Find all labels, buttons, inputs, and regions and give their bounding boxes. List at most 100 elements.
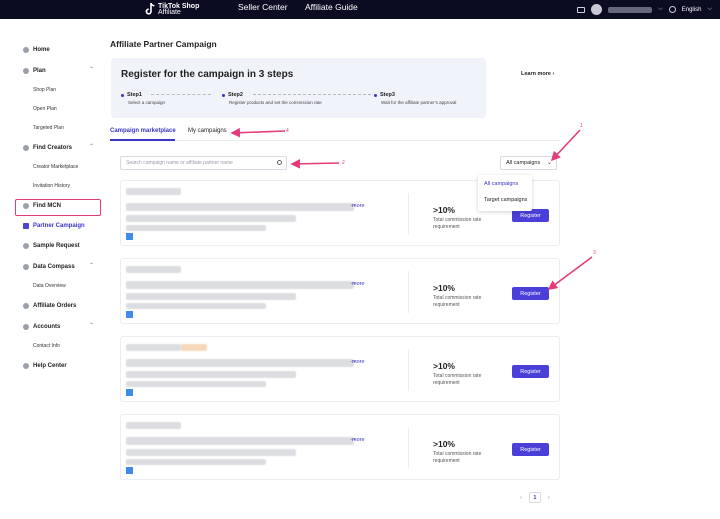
campaign-shield-icon bbox=[23, 223, 29, 229]
campaign-card[interactable]: … more >10% Total commission rate requir… bbox=[120, 414, 560, 480]
home-icon bbox=[23, 47, 29, 53]
chevron-left-icon[interactable]: ‹ bbox=[520, 495, 522, 501]
more-link[interactable]: more bbox=[352, 359, 365, 365]
sidebar-item-label: Find Creators bbox=[33, 145, 73, 151]
annotation-number-2: 2 bbox=[342, 160, 345, 166]
top-right-controls: ⌵ English ⌵ bbox=[577, 0, 712, 19]
sidebar-item-data-compass[interactable]: Data Compass bbox=[23, 262, 75, 272]
page-number[interactable]: 1 bbox=[528, 492, 541, 503]
chevron-up-icon[interactable]: ⌃ bbox=[89, 322, 94, 329]
blurred-content bbox=[181, 344, 207, 351]
commission-rate: >10% bbox=[433, 283, 455, 293]
help-icon bbox=[23, 363, 29, 369]
tab-my-campaigns[interactable]: My campaigns bbox=[188, 128, 227, 134]
step-title: Step3 bbox=[380, 92, 395, 98]
commission-rate: >10% bbox=[433, 439, 455, 449]
blurred-content bbox=[126, 359, 354, 367]
commission-rate-desc: Total commission rate requirement bbox=[433, 373, 482, 386]
step-title: Step1 bbox=[127, 92, 142, 98]
message-icon[interactable] bbox=[577, 6, 586, 13]
tab-campaign-marketplace[interactable]: Campaign marketplace bbox=[110, 128, 176, 134]
avatar[interactable] bbox=[591, 4, 603, 15]
sidebar-item-label: Plan bbox=[33, 68, 46, 74]
blurred-content bbox=[126, 225, 266, 231]
blurred-content bbox=[126, 459, 266, 465]
chevron-down-icon[interactable]: ⌵ bbox=[707, 6, 712, 13]
register-button[interactable]: Register bbox=[512, 443, 549, 456]
nav-seller-center[interactable]: Seller Center bbox=[238, 2, 288, 12]
sidebar-item-accounts[interactable]: Accounts bbox=[23, 322, 60, 332]
tiktok-shop-affiliate-logo[interactable]: TikTok Shop Affiliate bbox=[145, 0, 199, 19]
blurred-content bbox=[126, 281, 354, 289]
step-desc: Select a campaign bbox=[128, 100, 166, 105]
more-link[interactable]: more bbox=[352, 281, 365, 287]
language-selector[interactable]: English bbox=[682, 7, 702, 13]
blurred-content bbox=[126, 293, 296, 300]
filter-option-target-campaigns[interactable]: Target campaigns bbox=[484, 197, 527, 203]
more-link[interactable]: more bbox=[352, 437, 365, 443]
filter-selected-value: All campaigns bbox=[506, 160, 541, 166]
step-title: Step2 bbox=[228, 92, 243, 98]
chevron-up-icon[interactable]: ⌃ bbox=[89, 262, 94, 269]
sidebar-item-label: Data Compass bbox=[33, 264, 75, 270]
learn-more-link[interactable]: Learn more › bbox=[521, 71, 554, 77]
sidebar-item-find-mcn[interactable]: Find MCN bbox=[23, 201, 61, 211]
sidebar-sub-targeted-plan[interactable]: Targeted Plan bbox=[33, 125, 64, 131]
account-name-blurred bbox=[608, 6, 653, 13]
blurred-content bbox=[126, 371, 296, 378]
chevron-right-icon[interactable]: › bbox=[548, 495, 550, 501]
blurred-content bbox=[126, 449, 296, 456]
blurred-content bbox=[126, 266, 181, 273]
chevron-down-icon[interactable]: ⌵ bbox=[658, 6, 663, 13]
sidebar-item-find-creators[interactable]: Find Creators bbox=[23, 143, 72, 153]
campaign-card[interactable]: … more >10% Total commission rate requir… bbox=[120, 336, 560, 402]
blurred-content bbox=[126, 188, 181, 195]
campaign-filter-menu: All campaigns Target campaigns bbox=[478, 175, 532, 211]
sidebar-item-help-center[interactable]: Help Center bbox=[23, 361, 67, 371]
search-input[interactable]: Search campaign name or affiliate partne… bbox=[120, 156, 287, 170]
orders-icon bbox=[23, 303, 29, 309]
search-placeholder: Search campaign name or affiliate partne… bbox=[126, 160, 233, 166]
sidebar-item-plan[interactable]: Plan bbox=[23, 66, 46, 76]
chevron-up-icon[interactable]: ⌃ bbox=[89, 66, 94, 73]
sidebar-item-home[interactable]: Home bbox=[23, 45, 50, 55]
brand-logo-icon bbox=[126, 233, 133, 240]
search-icon[interactable] bbox=[277, 160, 282, 165]
sidebar-sub-creator-marketplace[interactable]: Creator Marketplace bbox=[33, 164, 78, 170]
step-desc: Register products and set the commission… bbox=[229, 100, 322, 105]
register-button[interactable]: Register bbox=[512, 287, 549, 300]
blurred-content bbox=[126, 203, 354, 211]
sidebar-item-label: Partner Campaign bbox=[33, 223, 85, 229]
compass-icon bbox=[23, 264, 29, 270]
chevron-up-icon[interactable]: ⌃ bbox=[89, 143, 94, 150]
step-dot-icon bbox=[374, 93, 377, 97]
sidebar-sub-data-overview[interactable]: Data Overview bbox=[33, 283, 66, 289]
commission-rate: >10% bbox=[433, 361, 455, 371]
step-dot-icon bbox=[222, 93, 225, 97]
nav-affiliate-guide[interactable]: Affiliate Guide bbox=[305, 2, 358, 12]
sidebar-item-affiliate-orders[interactable]: Affiliate Orders bbox=[23, 301, 76, 311]
sidebar-sub-contact-info[interactable]: Contact Info bbox=[33, 343, 60, 349]
step-desc: Wait for the affiliate partner's approva… bbox=[381, 100, 457, 105]
sidebar-item-label: Help Center bbox=[33, 363, 67, 369]
card-divider bbox=[408, 427, 409, 469]
sidebar-item-sample-request[interactable]: Sample Request bbox=[23, 241, 80, 251]
chevron-down-icon: ⌄ bbox=[546, 160, 552, 166]
step-connector bbox=[253, 94, 371, 95]
active-tab-underline bbox=[110, 139, 175, 141]
brand-logo-icon bbox=[126, 389, 133, 396]
sidebar-sub-shop-plan[interactable]: Shop Plan bbox=[33, 87, 56, 93]
blurred-content bbox=[126, 437, 354, 445]
mcn-icon bbox=[23, 203, 29, 209]
campaign-filter-dropdown[interactable]: All campaigns ⌄ bbox=[500, 156, 557, 170]
more-link[interactable]: more bbox=[352, 203, 365, 209]
page-title: Affiliate Partner Campaign bbox=[110, 39, 217, 49]
filter-option-all-campaigns[interactable]: All campaigns bbox=[484, 181, 518, 187]
card-divider bbox=[408, 271, 409, 313]
sidebar-sub-invitation-history[interactable]: Invitation History bbox=[33, 183, 70, 189]
campaign-card[interactable]: … more >10% Total commission rate requir… bbox=[120, 258, 560, 324]
tiktok-logo-icon bbox=[145, 3, 155, 15]
sidebar-sub-open-plan[interactable]: Open Plan bbox=[33, 106, 57, 112]
sidebar-item-partner-campaign[interactable]: Partner Campaign bbox=[23, 221, 85, 231]
register-button[interactable]: Register bbox=[512, 365, 549, 378]
